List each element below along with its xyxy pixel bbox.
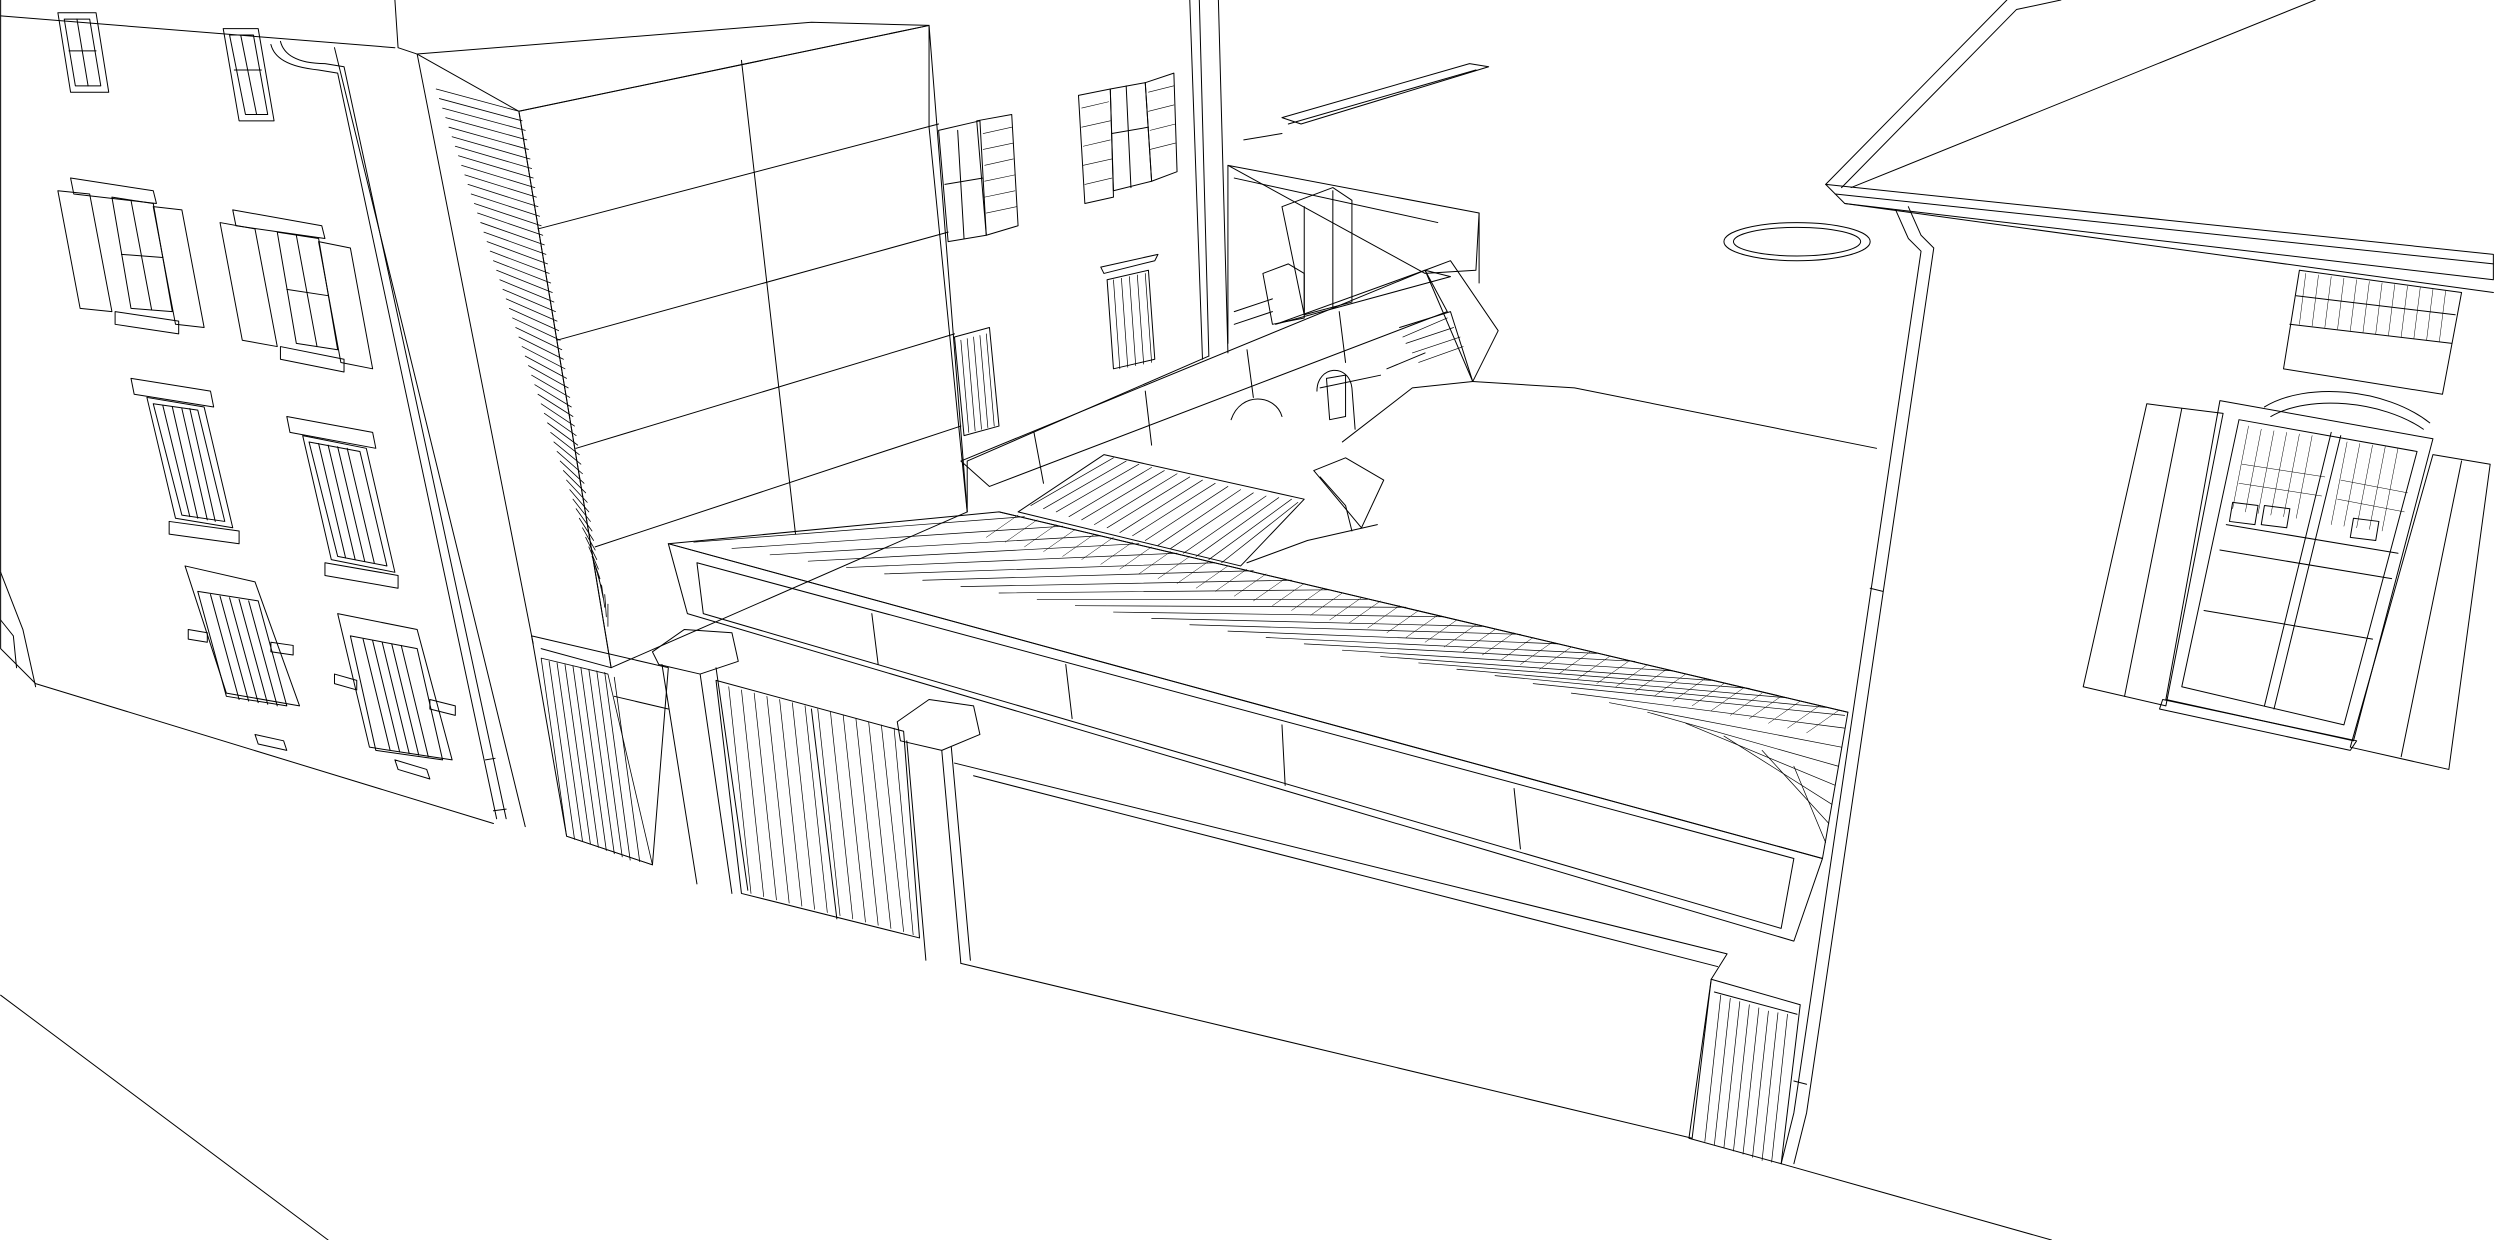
left-window-row2-2 bbox=[220, 210, 373, 372]
left-window-row4-2 bbox=[334, 614, 455, 779]
left-downpipe bbox=[271, 41, 506, 818]
center-window-shuttered-2 bbox=[1078, 73, 1177, 203]
left-window-row4-1 bbox=[185, 566, 299, 750]
street bbox=[1, 995, 2052, 1240]
line-drawing-scene bbox=[0, 0, 2494, 1240]
center-window-barred-1 bbox=[954, 327, 999, 435]
left-window-row3-1 bbox=[131, 378, 239, 543]
left-garage-door bbox=[541, 658, 652, 865]
center-building bbox=[929, 0, 1228, 512]
center-window-shuttered-1 bbox=[939, 114, 1018, 241]
louvred-block bbox=[417, 22, 967, 865]
left-window-row2-1 bbox=[58, 178, 204, 334]
right-vent-grille bbox=[2284, 270, 2462, 394]
left-window-top-1 bbox=[58, 13, 109, 92]
gate-and-pillars bbox=[614, 630, 980, 964]
left-window-top-2 bbox=[223, 29, 274, 121]
louvres bbox=[436, 89, 608, 626]
center-window-barred-2 bbox=[1101, 254, 1158, 368]
left-window-row3-2 bbox=[287, 417, 398, 589]
right-downpipe bbox=[1781, 207, 1934, 1164]
street-wall bbox=[954, 763, 1800, 1164]
right-building bbox=[1781, 0, 2493, 1164]
covered-walkway bbox=[668, 455, 1848, 941]
manhole-cover bbox=[1724, 223, 1870, 261]
left-building bbox=[1, 0, 534, 827]
